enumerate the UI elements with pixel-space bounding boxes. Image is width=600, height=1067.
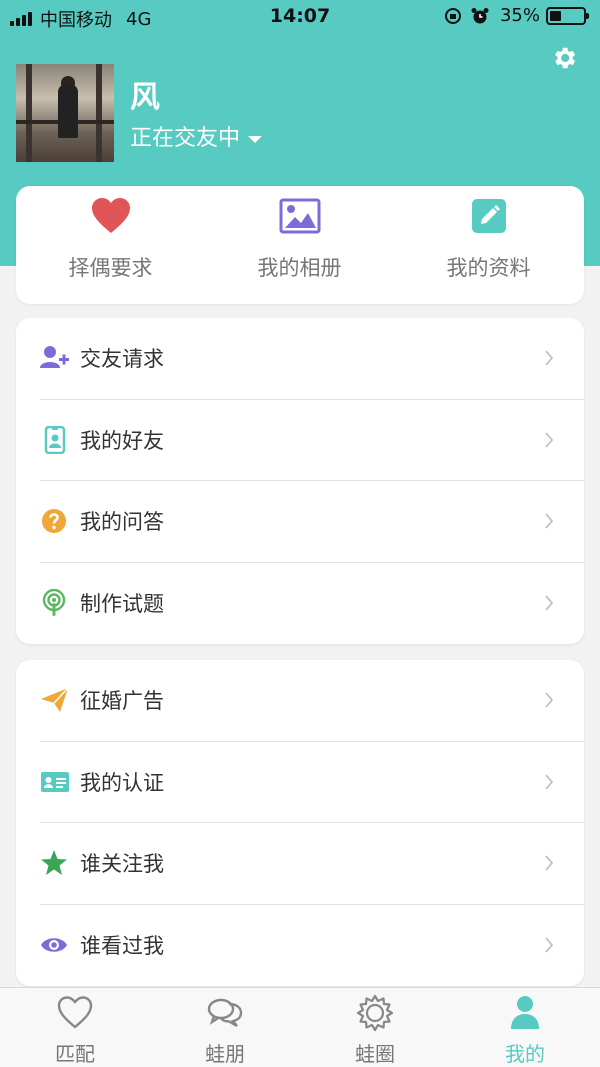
orientation-lock-icon (444, 7, 461, 24)
quick-action-my-profile[interactable]: 我的资料 (394, 186, 583, 304)
tab-label: 蛙圈 (355, 1042, 395, 1066)
chevron-right-icon (545, 855, 554, 871)
menu-item-my-qa[interactable]: 我的问答 (16, 481, 584, 563)
chevron-right-icon (545, 431, 554, 448)
gear-icon[interactable] (550, 44, 578, 72)
chevron-right-icon (545, 350, 554, 366)
quick-action-mate-requirements[interactable]: 择偶要求 (16, 186, 205, 304)
tab-circle[interactable]: 蛙圈 (300, 988, 450, 1067)
badge-icon (44, 425, 66, 454)
menu-item-label: 我的问答 (80, 510, 164, 534)
star-icon (41, 850, 67, 875)
menu-item-label: 交友请求 (80, 347, 164, 371)
sun-icon (356, 994, 394, 1032)
question-icon (42, 509, 66, 533)
image-icon (279, 198, 321, 234)
menu-item-label: 制作试题 (80, 591, 164, 616)
eye-icon (41, 937, 67, 952)
user-icon (511, 996, 539, 1029)
status-bar: 中国移动 4G 14:07 35% (0, 0, 600, 34)
menu-card-account: 征婚广告 我的认证 谁关注我 谁看过我 (16, 660, 584, 986)
chevron-right-icon (545, 773, 554, 790)
chevron-right-icon (545, 594, 554, 611)
profile-name: 风 (130, 80, 160, 115)
quick-action-label: 我的资料 (446, 256, 531, 280)
menu-item-followers[interactable]: 谁关注我 (16, 823, 584, 905)
alarm-icon (471, 7, 489, 23)
id-card-icon (41, 771, 69, 792)
menu-card-social: 交友请求 我的好友 我的问答 制作试题 (16, 318, 584, 644)
podcast-icon (42, 588, 66, 616)
quick-action-label: 择偶要求 (68, 256, 153, 280)
paper-plane-icon (41, 687, 69, 712)
tab-match[interactable]: 匹配 (0, 988, 150, 1067)
avatar[interactable] (16, 64, 114, 162)
menu-item-my-friends[interactable]: 我的好友 (16, 400, 584, 481)
tab-label: 蛙朋 (205, 1042, 245, 1066)
tab-friends[interactable]: 蛙朋 (150, 988, 300, 1067)
tab-mine[interactable]: 我的 (450, 988, 600, 1067)
battery-icon (546, 6, 589, 25)
menu-item-create-quiz[interactable]: 制作试题 (16, 563, 584, 645)
quick-actions-card: 择偶要求 我的相册 我的资料 (16, 186, 584, 304)
tab-label: 我的 (505, 1042, 545, 1066)
caret-down-icon (248, 135, 263, 143)
quick-action-my-album[interactable]: 我的相册 (205, 186, 394, 304)
menu-item-my-verification[interactable]: 我的认证 (16, 742, 584, 823)
profile-status-label: 正在交友中 (130, 126, 241, 151)
heart-icon (92, 198, 130, 233)
menu-item-label: 我的好友 (80, 428, 164, 453)
menu-item-label: 征婚广告 (80, 689, 164, 713)
quick-action-label: 我的相册 (257, 256, 342, 280)
battery-percent: 35% (499, 5, 540, 26)
tab-bar: 匹配 蛙朋 蛙圈 我的 (0, 987, 600, 1067)
chat-bubbles-icon (207, 998, 243, 1028)
heart-outline-icon (57, 996, 93, 1029)
menu-item-friend-requests[interactable]: 交友请求 (16, 318, 584, 400)
chevron-right-icon (545, 692, 554, 708)
menu-item-label: 我的认证 (80, 770, 164, 795)
chevron-right-icon (545, 936, 554, 953)
menu-item-visitors[interactable]: 谁看过我 (16, 905, 584, 987)
edit-icon (472, 199, 506, 233)
tab-label: 匹配 (55, 1042, 95, 1066)
chevron-right-icon (545, 513, 554, 529)
profile-status-dropdown[interactable]: 正在交友中 (130, 120, 263, 152)
user-add-icon (40, 346, 69, 368)
menu-item-marriage-ads[interactable]: 征婚广告 (16, 660, 584, 742)
menu-item-label: 谁关注我 (80, 852, 164, 876)
menu-item-label: 谁看过我 (80, 933, 164, 958)
